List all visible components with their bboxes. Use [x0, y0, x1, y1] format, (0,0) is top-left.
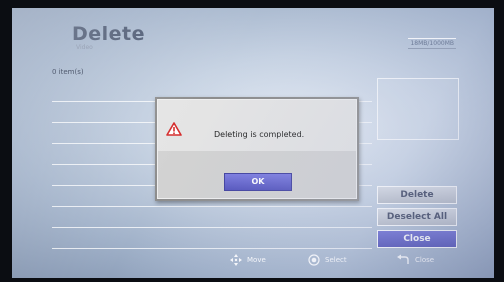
page-subtitle: Video [76, 44, 93, 51]
select-hint: Select [308, 254, 347, 266]
storage-indicator: 18MB/1000MB [408, 38, 456, 49]
completion-dialog: Deleting is completed. OK [155, 97, 359, 201]
dialog-message-area: Deleting is completed. [158, 100, 356, 151]
page-title: Delete [72, 23, 146, 45]
return-arrow-icon [396, 254, 410, 266]
delete-button[interactable]: Delete [377, 186, 457, 204]
ok-button[interactable]: OK [224, 173, 292, 191]
list-item[interactable] [52, 228, 372, 249]
close-hint: Close [396, 254, 434, 266]
move-arrows-icon [230, 254, 242, 266]
move-hint: Move [230, 254, 266, 266]
delete-screen: Delete Video 18MB/1000MB 0 item(s) Delet… [12, 8, 494, 278]
footer-hints: Move Select Close [12, 254, 494, 268]
select-circle-icon [308, 254, 320, 266]
item-count: 0 item(s) [52, 68, 84, 76]
warning-icon [166, 121, 182, 140]
close-button[interactable]: Close [377, 230, 457, 248]
list-item[interactable] [52, 207, 372, 228]
preview-box [377, 78, 459, 140]
close-hint-label: Close [415, 256, 435, 264]
move-hint-label: Move [247, 256, 266, 264]
dialog-message: Deleting is completed. [214, 130, 305, 139]
deselect-all-button[interactable]: Deselect All [377, 208, 457, 226]
select-hint-label: Select [325, 256, 347, 264]
